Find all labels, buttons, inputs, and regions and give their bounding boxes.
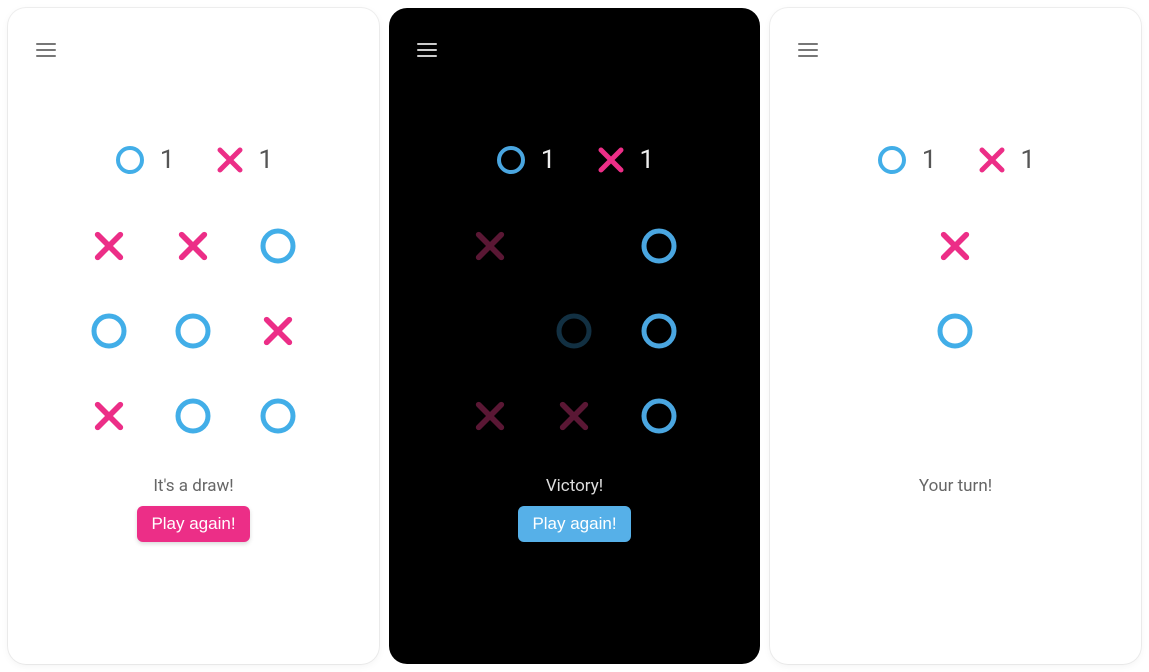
board-cell [67,373,152,458]
score-x-value: 1 [259,145,274,175]
score-o-value: 1 [922,145,937,175]
circle-icon [876,144,908,176]
x-icon [92,229,126,263]
circle-icon [639,226,679,266]
circle-icon [173,396,213,436]
game-board [448,204,702,458]
board-cell [448,204,533,289]
board-cell [448,373,533,458]
circle-icon [639,311,679,351]
board-cell[interactable] [913,289,998,374]
board-cell [236,289,321,374]
score-o: 1 [114,144,175,176]
scoreboard: 1 1 [495,144,654,176]
board-cell [532,204,617,289]
board-cell [236,373,321,458]
board-cell[interactable] [998,373,1083,458]
hamburger-menu-icon[interactable] [798,36,826,64]
board-cell [617,289,702,374]
board-cell[interactable] [913,373,998,458]
status-text: It's a draw! [153,476,233,496]
x-icon [473,229,507,263]
scoreboard: 1 1 [114,144,273,176]
board-cell[interactable] [829,204,914,289]
score-x-value: 1 [1021,145,1036,175]
score-x: 1 [977,145,1036,175]
board-cell[interactable] [829,373,914,458]
score-x-value: 1 [640,145,655,175]
status-text: Your turn! [919,476,992,496]
board-cell [236,204,321,289]
x-icon [92,399,126,433]
circle-icon [935,311,975,351]
x-icon [938,229,972,263]
x-icon [596,145,626,175]
hamburger-menu-icon[interactable] [36,36,64,64]
board-cell[interactable] [998,289,1083,374]
board-cell [151,373,236,458]
hamburger-menu-icon[interactable] [417,36,445,64]
board-cell [151,204,236,289]
status-text: Victory! [546,476,603,496]
x-icon [473,399,507,433]
circle-icon [258,226,298,266]
board-cell [67,289,152,374]
board-cell [67,204,152,289]
game-screen-draw: 1 1 It's a draw! Play again! [8,8,379,664]
game-screen-your-turn: 1 1 Your turn! [770,8,1141,664]
circle-icon [554,311,594,351]
score-o-value: 1 [160,145,175,175]
circle-icon [495,144,527,176]
board-cell [617,204,702,289]
circle-icon [114,144,146,176]
score-o-value: 1 [541,145,556,175]
board-cell[interactable] [829,289,914,374]
board-cell[interactable] [913,204,998,289]
x-icon [215,145,245,175]
circle-icon [639,396,679,436]
game-board [829,204,1083,458]
score-o: 1 [495,144,556,176]
score-x: 1 [215,145,274,175]
score-o: 1 [876,144,937,176]
x-icon [557,399,591,433]
board-cell [617,373,702,458]
x-icon [261,314,295,348]
board-cell [532,289,617,374]
circle-icon [173,311,213,351]
game-screen-victory: 1 1 Victory! Play again! [389,8,760,664]
play-again-button[interactable]: Play again! [518,506,630,542]
score-x: 1 [596,145,655,175]
game-board [67,204,321,458]
board-cell [151,289,236,374]
board-cell[interactable] [998,204,1083,289]
board-cell [532,373,617,458]
x-icon [977,145,1007,175]
board-cell [448,289,533,374]
scoreboard: 1 1 [876,144,1035,176]
play-again-button[interactable]: Play again! [137,506,249,542]
circle-icon [258,396,298,436]
circle-icon [89,311,129,351]
x-icon [176,229,210,263]
